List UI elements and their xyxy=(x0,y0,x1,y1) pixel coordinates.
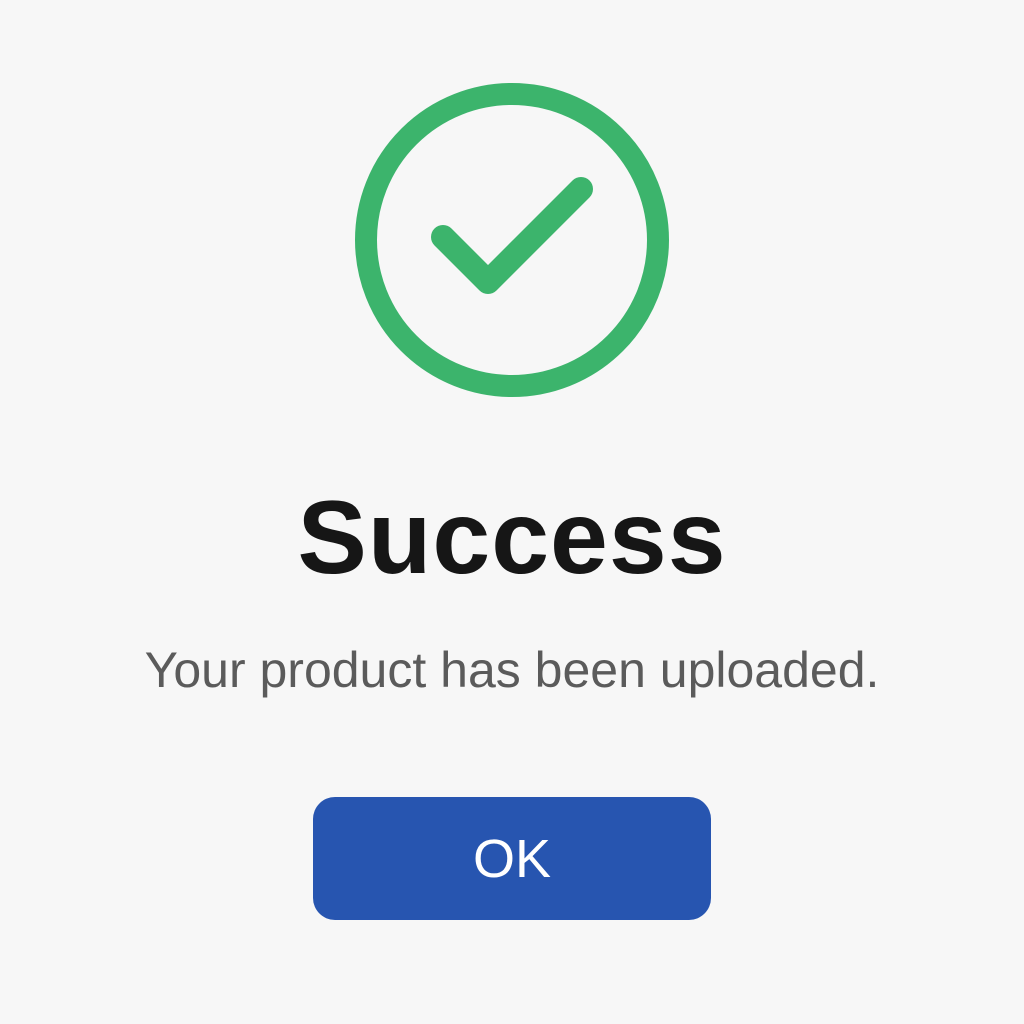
dialog-message: Your product has been uploaded. xyxy=(144,642,880,698)
success-dialog: Success Your product has been uploaded. … xyxy=(0,0,1024,1024)
ok-button[interactable]: OK xyxy=(313,797,711,920)
dialog-title: Success xyxy=(297,480,727,596)
ok-button-label: OK xyxy=(472,828,552,889)
check-circle-icon xyxy=(354,82,670,398)
